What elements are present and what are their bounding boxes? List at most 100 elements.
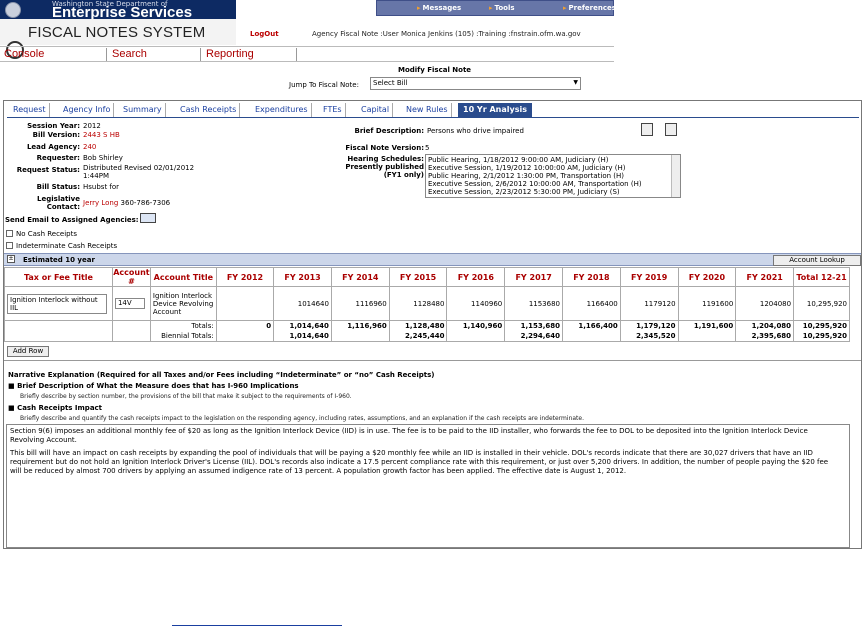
menu-divider: [200, 48, 201, 61]
narrative-heading-1-text: Brief Description of What the Measure do…: [17, 382, 299, 390]
legislative-contact-link[interactable]: Jerry Long: [83, 199, 118, 207]
row-total: 10,295,920: [793, 286, 850, 321]
fy-input[interactable]: [215, 286, 275, 321]
tab-request[interactable]: Request: [10, 103, 50, 117]
tab-expenditures[interactable]: Expenditures: [252, 103, 312, 117]
legislative-contact-value: Jerry Long 360-786-7306: [83, 199, 170, 207]
account-title-cell: Ignition Interlock Device Revolving Acco…: [149, 286, 217, 321]
hearing-item[interactable]: Public Hearing, 1/18/2012 9:00:00 AM, Ju…: [428, 156, 609, 164]
lead-agency-value: 240: [83, 143, 97, 151]
hearing-schedules-list[interactable]: Public Hearing, 1/18/2012 9:00:00 AM, Ju…: [425, 154, 681, 198]
col-header: FY 2016: [446, 267, 506, 287]
total-value: 1,179,120: [619, 320, 679, 331]
tab-agency-info[interactable]: Agency Info: [60, 103, 115, 117]
request-status-time: 1:44PM: [83, 172, 109, 180]
col-header: FY 2019: [619, 267, 679, 287]
biennial-value: 2,345,520: [619, 331, 679, 342]
add-row-button[interactable]: Add Row: [7, 346, 49, 357]
account-input[interactable]: 14V: [114, 298, 145, 309]
account-lookup-button[interactable]: Account Lookup: [773, 255, 861, 266]
biennial-value: [562, 331, 621, 342]
col-header: FY 2021: [735, 267, 795, 287]
messages-link[interactable]: ▸ Messages: [417, 4, 461, 12]
col-header: FY 2018: [562, 267, 621, 287]
bill-status-label: Bill Status:: [36, 183, 80, 191]
user-context-info: Agency Fiscal Note :User Monica Jenkins …: [312, 30, 581, 38]
narrative-subtext-2: Briefly describe and quantify the cash r…: [20, 415, 584, 422]
col-header: Account #: [111, 267, 151, 287]
legislative-contact-phone: 360-786-7306: [120, 199, 171, 207]
requester-label: Requester:: [36, 154, 80, 162]
request-status-label: Request Status:: [16, 166, 80, 174]
total-value: 1,014,640: [273, 320, 332, 331]
tab-10-yr-analysis[interactable]: 10 Yr Analysis: [458, 103, 532, 117]
fy-input[interactable]: 1204080: [735, 286, 795, 321]
tools-link[interactable]: ▸ Tools: [489, 4, 515, 12]
fy-input[interactable]: 1179120: [619, 286, 679, 321]
total-value: 1,140,960: [446, 320, 506, 331]
hearing-item[interactable]: Public Hearing, 2/1/2012 1:30:00 PM, Tra…: [428, 172, 624, 180]
leg-contact-label-line2: Contact:: [46, 203, 80, 211]
leg-contact-label-line1: Legislative: [37, 195, 80, 203]
collapse-toggle-icon[interactable]: ±: [7, 255, 15, 263]
state-seal-icon: [5, 2, 21, 18]
document-icon[interactable]: [665, 123, 677, 136]
preferences-label: Preferences: [568, 4, 616, 12]
indeterminate-checkbox[interactable]: [6, 242, 13, 249]
email-icon[interactable]: [140, 213, 156, 223]
totals-label: Totals:: [149, 320, 217, 331]
biennial-value: [330, 331, 390, 342]
total-value: 1,116,960: [330, 320, 390, 331]
jump-select-value: Select Bill: [373, 79, 408, 87]
fy-input[interactable]: 1014640: [273, 286, 332, 321]
col-header: Tax or Fee Title: [4, 267, 113, 287]
narrative-title: Narrative Explanation (Required for all …: [8, 371, 435, 379]
tab-new-rules[interactable]: New Rules: [403, 103, 452, 117]
hearing-item[interactable]: Executive Session, 1/19/2012 10:00:00 AM…: [428, 164, 625, 172]
menu-search[interactable]: Search: [112, 48, 147, 60]
tab-cash-receipts[interactable]: Cash Receipts: [177, 103, 241, 117]
menu-console[interactable]: Console: [4, 48, 44, 60]
bullet-icon: ■: [8, 404, 18, 412]
menu-reporting[interactable]: Reporting: [206, 48, 254, 60]
tab-capital[interactable]: Capital: [358, 103, 394, 117]
biennial-value: [677, 331, 737, 342]
total-value: 1,191,600: [677, 320, 737, 331]
fy-input[interactable]: 1153680: [504, 286, 563, 321]
preferences-link[interactable]: ▸ Preferences: [563, 4, 616, 12]
print-icon[interactable]: [641, 123, 653, 136]
fy-input[interactable]: 1166400: [562, 286, 621, 321]
scrollbar[interactable]: [671, 155, 680, 197]
fy-input[interactable]: 1116960: [330, 286, 390, 321]
fy-input[interactable]: 1128480: [388, 286, 448, 321]
bill-version-label: Bill Version:: [32, 131, 80, 139]
fy-input[interactable]: 1191600: [677, 286, 737, 321]
requester-value: Bob Shirley: [83, 154, 123, 162]
hearing-item[interactable]: Executive Session, 2/6/2012 10:00:00 AM,…: [428, 180, 642, 188]
hearing-item[interactable]: Executive Session, 2/23/2012 5:30:00 PM,…: [428, 188, 620, 196]
jump-to-bill-select[interactable]: Select Bill ▼: [370, 77, 581, 90]
tab-underline: [7, 117, 859, 118]
total-value: 1,166,400: [562, 320, 621, 331]
account-cell: 14V: [111, 286, 151, 321]
estimated-title: Estimated 10 year: [23, 256, 95, 264]
logout-link[interactable]: LogOut: [250, 30, 279, 38]
bill-version-link[interactable]: 2443 S HB: [83, 131, 120, 139]
no-cash-receipts-checkbox[interactable]: [6, 230, 13, 237]
bullet-icon: ▸: [563, 4, 567, 12]
bullet-icon: ▸: [489, 4, 493, 12]
fee-title-input[interactable]: Ignition Interlock without IIL: [7, 293, 107, 314]
messages-label: Messages: [422, 4, 462, 12]
top-nav: ▸ Messages ▸ Tools ▸ Preferences: [376, 0, 616, 16]
biennial-value: [446, 331, 506, 342]
bullet-icon: ■: [8, 382, 18, 390]
brief-description-label: Brief Description:: [354, 127, 425, 135]
fy-input[interactable]: 1140960: [446, 286, 506, 321]
narrative-paragraph: Section 9(6) imposes an additional month…: [10, 427, 808, 444]
totals-row: Totals: 0 1,014,640 1,116,960 1,128,480 …: [4, 320, 850, 331]
tab-summary[interactable]: Summary: [120, 103, 166, 117]
tab-ftes[interactable]: FTEs: [320, 103, 346, 117]
col-header: Total 12-21: [793, 267, 850, 287]
cash-receipts-narrative-textarea[interactable]: Section 9(6) imposes an additional month…: [6, 424, 850, 548]
tools-label: Tools: [494, 4, 515, 12]
